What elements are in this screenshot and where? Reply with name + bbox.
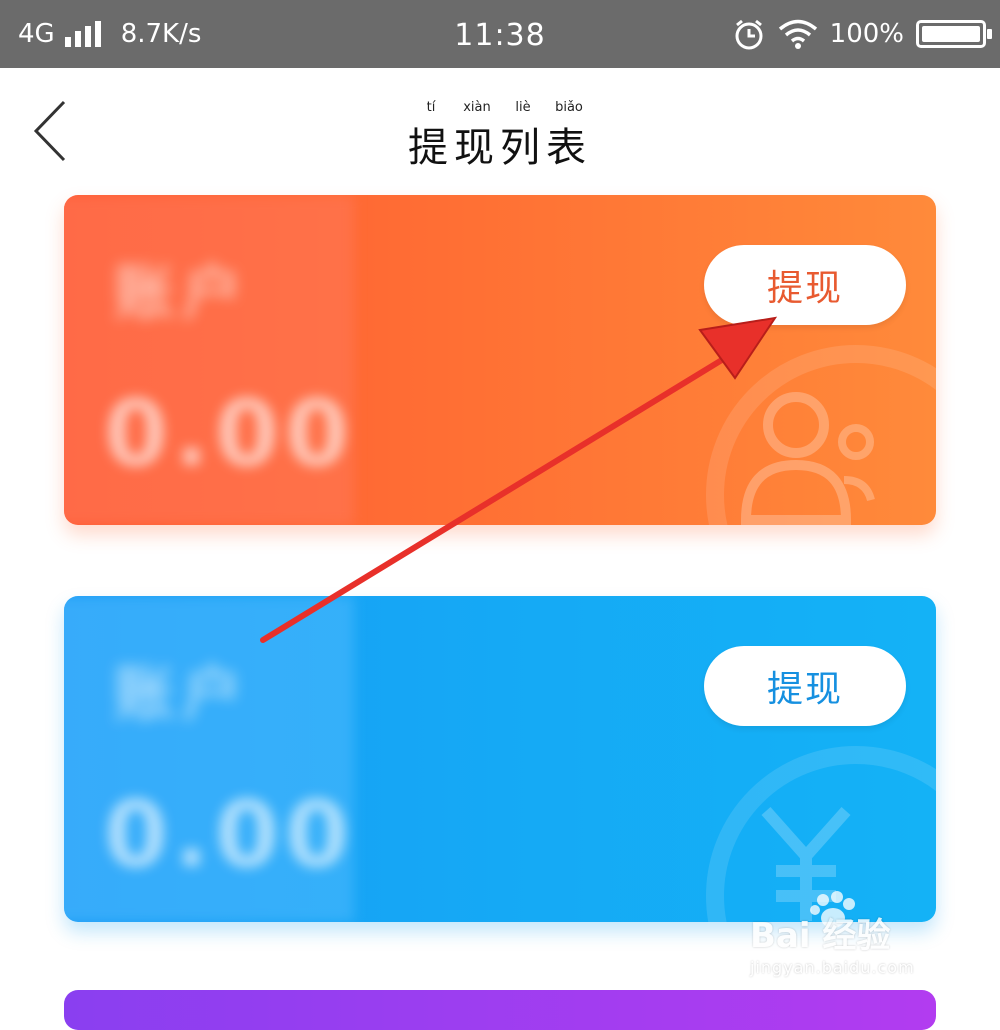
status-bar: 4G 8.7K/s 11:38 100% [0,0,1000,68]
withdraw-card-orange: 账户 0.00 提现 [64,195,936,525]
user-badge-icon [740,392,875,525]
balance-amount: 0.00 [104,380,355,487]
title-block: tí xiàn liè biǎo 提现列表 [0,96,1000,173]
title-pinyin: tí xiàn liè biǎo [408,100,592,115]
page-header: tí xiàn liè biǎo 提现列表 [0,68,1000,188]
account-label-blurred: 账户 [114,660,250,730]
balance-amount: 0.00 [104,781,355,888]
withdraw-card-blue: 账户 0.00 提现 [64,596,936,922]
watermark-url: jingyan.baidu.com [750,958,915,977]
pinyin-syllable: liè [515,100,531,115]
pinyin-syllable: xiàn [463,100,491,115]
withdraw-button[interactable]: 提现 [704,646,906,726]
wifi-icon [778,19,817,49]
alarm-icon [735,19,763,50]
watermark-brand: Bai 经验 [750,916,891,956]
withdraw-button[interactable]: 提现 [704,245,906,325]
battery-icon [916,20,992,48]
battery-percent: 100% [829,19,904,49]
account-label-blurred: 账户 [114,259,250,329]
pinyin-syllable: tí [426,100,436,115]
status-right: 100% [732,14,992,54]
page-title: 提现列表 [408,125,592,171]
baidu-watermark: Bai 经验 jingyan.baidu.com [750,890,950,990]
pinyin-syllable: biǎo [555,100,583,115]
withdraw-card-purple [64,990,936,1030]
